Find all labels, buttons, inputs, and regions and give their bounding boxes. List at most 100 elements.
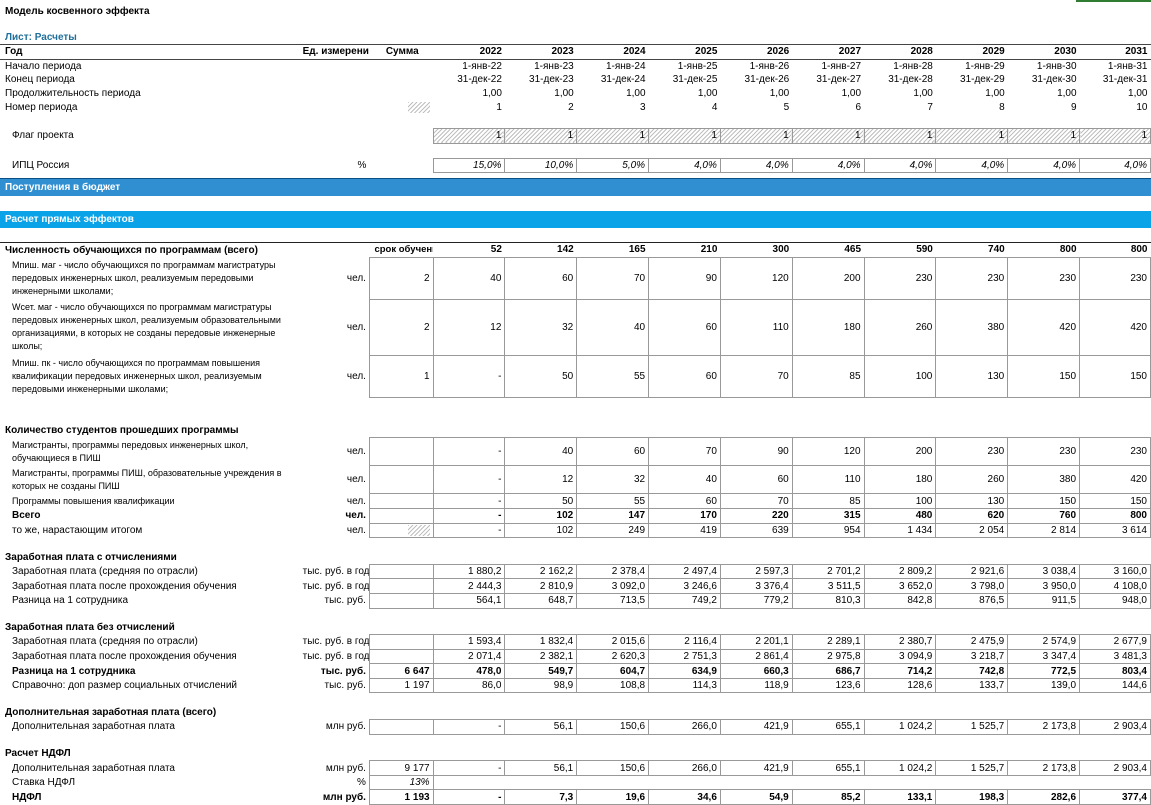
graduates-cumulative-row-value[interactable]: 419 <box>648 522 721 539</box>
period-number-row-value[interactable]: 2 <box>505 100 577 114</box>
ndfl-row-sum[interactable]: 9 177 <box>368 760 434 776</box>
period-start-row-value[interactable]: 1-янв-26 <box>720 59 792 73</box>
period-number-row-value[interactable]: 10 <box>1080 100 1151 114</box>
salary-with-row-value[interactable]: 3 038,4 <box>1007 563 1081 580</box>
graduates-total-row-value[interactable]: 102 <box>504 507 578 524</box>
period-start-row-value[interactable]: 1-янв-23 <box>505 59 577 73</box>
graduates-header-row-value[interactable] <box>1008 424 1080 438</box>
students-total-row-value[interactable]: 590 <box>864 242 936 258</box>
salary-without-row-value[interactable]: 3 218,7 <box>935 648 1009 665</box>
salary-with-row-value[interactable]: 4 108,0 <box>1079 578 1151 594</box>
ndfl-row-value[interactable]: 2 173,8 <box>1007 760 1081 776</box>
graduates-program-row-value[interactable]: - <box>432 493 506 509</box>
ndfl-row-value[interactable]: 2 903,4 <box>1079 760 1151 776</box>
salary-with-row-value[interactable]: 3 652,0 <box>863 578 937 594</box>
salary-with-row-value[interactable]: 2 444,3 <box>432 578 506 594</box>
graduates-program-row-value[interactable]: 90 <box>719 437 793 467</box>
students-program-row-value[interactable]: 260 <box>863 298 937 356</box>
period-end-row-value[interactable]: 31-дек-26 <box>720 73 792 87</box>
salary-without-row-value[interactable]: 133,7 <box>935 677 1009 694</box>
salary-without-row-value[interactable]: 714,2 <box>863 663 937 679</box>
period-number-row-value[interactable]: 3 <box>577 100 649 114</box>
ndfl-row-value[interactable]: 266,0 <box>648 760 721 776</box>
salary-without-row-value[interactable]: 2 015,6 <box>576 634 650 650</box>
graduates-program-row-value[interactable]: 60 <box>648 493 721 509</box>
period-number-row-value[interactable]: 1 <box>433 100 505 114</box>
ndfl-header-row-value[interactable] <box>649 747 721 761</box>
extra-salary-row-value[interactable]: 2 903,4 <box>1079 719 1151 735</box>
salary-without-row-value[interactable]: 549,7 <box>504 663 578 679</box>
students-program-row-value[interactable]: 40 <box>432 256 506 300</box>
graduates-header-row-value[interactable] <box>792 424 864 438</box>
students-program-row-value[interactable]: 230 <box>1007 256 1081 300</box>
graduates-program-row-value[interactable]: 150 <box>1079 493 1151 509</box>
ndfl-row-value[interactable]: 19,6 <box>576 789 650 805</box>
salary-with-row-value[interactable]: 948,0 <box>1079 592 1151 609</box>
ndfl-row-value[interactable] <box>577 775 649 790</box>
students-total-row-value[interactable]: 300 <box>720 242 793 258</box>
students-program-row-value[interactable]: 70 <box>576 256 650 300</box>
period-end-row-value[interactable]: 31-дек-29 <box>936 73 1008 87</box>
graduates-header-row-value[interactable] <box>1080 424 1151 438</box>
ndfl-row-sum[interactable]: 1 193 <box>368 789 434 805</box>
students-program-row-value[interactable]: 130 <box>935 354 1009 398</box>
salary-without-row-value[interactable]: 2 382,1 <box>504 648 578 665</box>
students-program-row-value[interactable]: 70 <box>719 354 793 398</box>
cpi-row-value[interactable]: 15,0% <box>432 157 506 174</box>
period-end-row-value[interactable]: 31-дек-25 <box>649 73 721 87</box>
extra-salary-row-value[interactable]: 150,6 <box>576 719 650 735</box>
ndfl-row-value[interactable] <box>792 775 864 790</box>
graduates-program-row-value[interactable]: 260 <box>935 465 1009 495</box>
salary-without-row-sum[interactable]: 6 647 <box>368 663 434 679</box>
ndfl-row-value[interactable]: 56,1 <box>504 760 578 776</box>
graduates-total-row-value[interactable]: - <box>432 507 506 524</box>
salary-with-row-value[interactable]: 2 497,4 <box>648 563 721 580</box>
extra-salary-header-row-value[interactable] <box>505 705 577 719</box>
salary-without-row-value[interactable]: 660,3 <box>719 663 793 679</box>
salary-without-row-value[interactable]: 1 593,4 <box>432 634 506 650</box>
graduates-cumulative-row-value[interactable]: 3 614 <box>1079 522 1151 539</box>
period-end-row-value[interactable]: 31-дек-30 <box>1008 73 1080 87</box>
extra-salary-header-row-value[interactable] <box>792 705 864 719</box>
salary-with-row-value[interactable]: 2 921,6 <box>935 563 1009 580</box>
students-program-row-value[interactable]: 50 <box>504 354 578 398</box>
graduates-cumulative-row-value[interactable]: 249 <box>576 522 650 539</box>
salary-without-header-row-value[interactable] <box>792 621 864 635</box>
period-number-row-value[interactable]: 9 <box>1008 100 1080 114</box>
salary-without-row-value[interactable]: 108,8 <box>576 677 650 694</box>
period-number-row-value[interactable]: 7 <box>864 100 936 114</box>
salary-with-row-value[interactable]: 876,5 <box>935 592 1009 609</box>
graduates-program-row-value[interactable]: 100 <box>863 493 937 509</box>
students-program-row-value[interactable]: 32 <box>504 298 578 356</box>
salary-without-row-value[interactable]: 3 094,9 <box>863 648 937 665</box>
cpi-row-value[interactable]: 4,0% <box>648 157 721 174</box>
graduates-program-row-sum[interactable] <box>368 437 434 467</box>
period-duration-row-value[interactable]: 1,00 <box>433 87 505 101</box>
project-flag-row-value[interactable]: 1 <box>1007 127 1081 144</box>
salary-without-row-value[interactable]: 2 116,4 <box>648 634 721 650</box>
period-start-row-value[interactable]: 1-янв-30 <box>1008 59 1080 73</box>
salary-without-row-value[interactable]: 2 289,1 <box>791 634 865 650</box>
salary-without-row-sum[interactable] <box>368 634 434 650</box>
graduates-header-row-value[interactable] <box>505 424 577 438</box>
salary-with-header-row-value[interactable] <box>936 550 1008 564</box>
graduates-total-row-value[interactable]: 760 <box>1007 507 1081 524</box>
salary-with-row-value[interactable]: 3 376,4 <box>719 578 793 594</box>
salary-with-row-value[interactable]: 3 950,0 <box>1007 578 1081 594</box>
cpi-row-value[interactable]: 4,0% <box>719 157 793 174</box>
period-duration-row-sum[interactable] <box>369 87 433 101</box>
graduates-program-row-value[interactable]: 120 <box>791 437 865 467</box>
cpi-row-sum[interactable] <box>369 158 433 173</box>
ndfl-row-value[interactable] <box>864 775 936 790</box>
students-program-row-value[interactable]: 150 <box>1079 354 1151 398</box>
ndfl-row-value[interactable] <box>1008 775 1080 790</box>
ndfl-row-value[interactable]: 34,6 <box>648 789 721 805</box>
extra-salary-header-row-value[interactable] <box>1080 705 1151 719</box>
graduates-header-row-value[interactable] <box>577 424 649 438</box>
graduates-program-row-value[interactable]: 200 <box>863 437 937 467</box>
period-duration-row-value[interactable]: 1,00 <box>720 87 792 101</box>
students-total-row-value[interactable]: 142 <box>504 242 577 258</box>
graduates-cumulative-row-value[interactable]: 102 <box>504 522 578 539</box>
graduates-program-row-value[interactable]: 420 <box>1079 465 1151 495</box>
salary-without-header-row-value[interactable] <box>1008 621 1080 635</box>
